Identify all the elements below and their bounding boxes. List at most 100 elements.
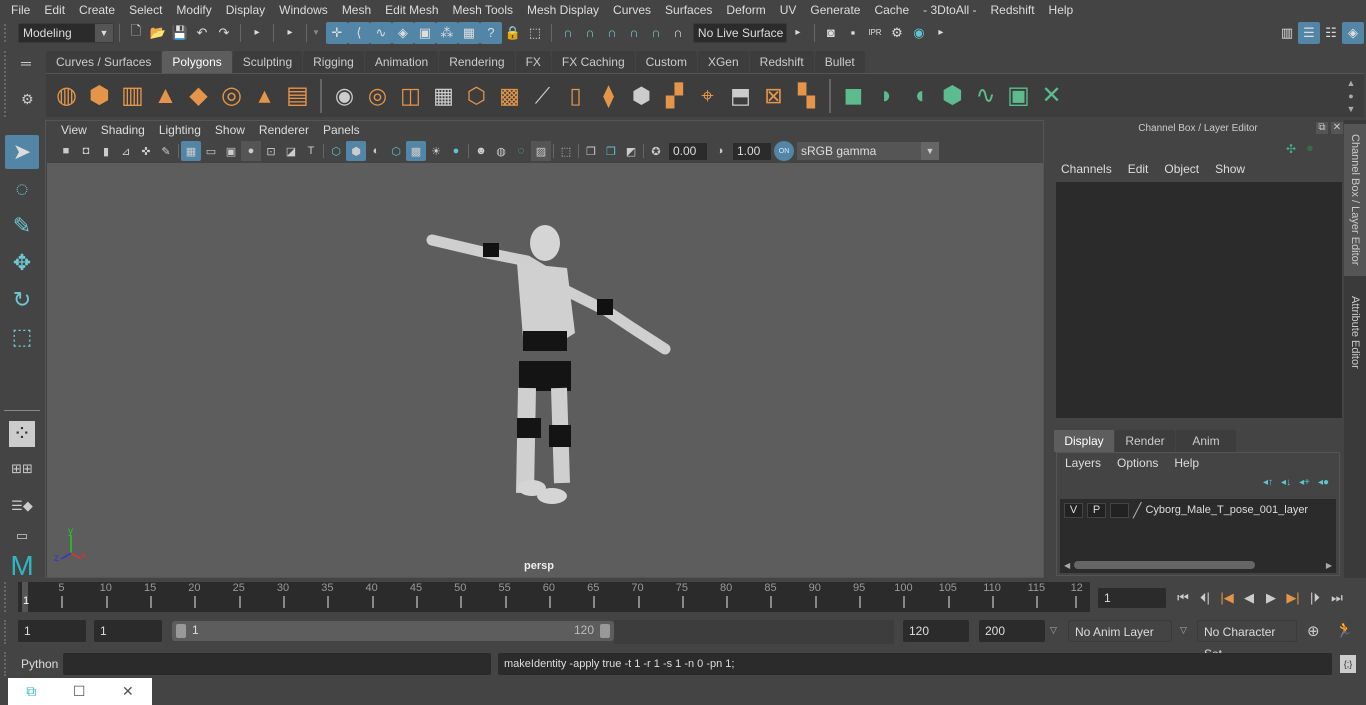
arrow-down-icon[interactable]: ▼ [1347, 104, 1356, 114]
film-gate-icon[interactable]: ▭ [201, 141, 221, 161]
channel-menu-edit[interactable]: Edit [1120, 162, 1157, 176]
safe-action-icon[interactable]: ◪ [281, 141, 301, 161]
tab-channel-box[interactable]: Channel Box / Layer Editor [1344, 124, 1366, 276]
redo-icon[interactable]: ↷ [213, 22, 235, 44]
lights-icon[interactable]: ☀ [426, 141, 446, 161]
rotate-tool-icon[interactable]: ↻ [5, 283, 39, 317]
camera-select-icon[interactable]: ■ [56, 141, 76, 161]
script-language-toggle[interactable]: Python [21, 657, 58, 671]
menu-select[interactable]: Select [122, 3, 169, 17]
move-tool-icon[interactable]: ✥ [5, 246, 39, 280]
color-space-dropdown[interactable]: sRGB gamma ▼ [797, 142, 939, 160]
cylinder-icon[interactable]: ▥ [116, 78, 149, 114]
textured-icon[interactable]: ▩ [406, 141, 426, 161]
attribute-editor-icon[interactable]: ☰ [1298, 21, 1320, 44]
collapse-arrow-icon[interactable]: ▸ [246, 22, 268, 44]
command-input[interactable] [63, 653, 491, 675]
shelf-scroll[interactable]: ▲ ● ▼ [1344, 78, 1358, 114]
undo-icon[interactable]: ↶ [191, 22, 213, 44]
layer-tab-anim[interactable]: Anim [1176, 430, 1236, 452]
layer-menu-layers[interactable]: Layers [1057, 456, 1109, 470]
bevel-icon[interactable]: ⬡ [460, 78, 493, 114]
bookmark-icon[interactable]: ▮ [96, 141, 116, 161]
layout-uv-icon[interactable]: ✕ [1035, 78, 1068, 114]
layer-name[interactable]: Cyborg_Male_T_pose_001_layer [1145, 504, 1308, 516]
range-slider[interactable]: 1 120 [172, 621, 614, 641]
chevron-down-icon[interactable]: ▽ [1050, 625, 1057, 636]
maximize-icon[interactable]: ☐ [73, 683, 86, 700]
step-back-icon[interactable]: ⏴| [1194, 590, 1216, 606]
range-start-handle[interactable] [176, 624, 186, 638]
open-scene-icon[interactable]: 📂 [147, 22, 169, 44]
new-scene-icon[interactable]: 🗋 [125, 22, 147, 44]
spherical-uv-icon[interactable]: ◖ [903, 78, 936, 114]
unfold-uv-icon[interactable]: ∿ [969, 78, 1002, 114]
four-view-layout-icon[interactable]: ⊞⊞ [5, 452, 39, 486]
channel-menu-channels[interactable]: Channels [1052, 162, 1120, 176]
graph-layout-icon[interactable]: ▭ [5, 526, 39, 546]
motion-blur-icon[interactable]: ◌ [511, 141, 531, 161]
close-icon[interactable]: ✕ [1331, 122, 1343, 134]
render-view-icon[interactable]: ◙ [820, 22, 842, 44]
close-icon[interactable]: ✕ [122, 683, 134, 700]
step-back-key-icon[interactable]: |◀ [1216, 590, 1238, 606]
shelf-tab-redshift[interactable]: Redshift [749, 51, 814, 73]
smooth-icon[interactable]: ▦ [427, 78, 460, 114]
menu-edit[interactable]: Edit [37, 3, 72, 17]
grid-icon[interactable]: ▦ [181, 141, 201, 161]
bevel-box-icon[interactable]: ▞ [658, 78, 691, 114]
menu-mesh-tools[interactable]: Mesh Tools [446, 3, 520, 17]
shelf-tab-xgen[interactable]: XGen [697, 51, 749, 73]
time-slider[interactable]: 1 5 10 15 20 25 30 35 40 45 50 55 60 65 70 75 80 85 90 95 1… [18, 582, 1090, 612]
menu-generate[interactable]: Generate [803, 3, 867, 17]
new-layer-icon[interactable]: ◂+ [1299, 477, 1310, 488]
command-handle[interactable] [0, 652, 18, 676]
layer-color-icon[interactable]: ╱ [1133, 502, 1141, 519]
grease-pencil-icon[interactable]: ✎ [156, 141, 176, 161]
menu-cache[interactable]: Cache [867, 3, 916, 17]
uv-editor-icon[interactable]: ▣ [1002, 78, 1035, 114]
render-current-icon[interactable]: ▪ [842, 22, 864, 44]
channel-menu-object[interactable]: Object [1156, 162, 1207, 176]
step-forward-icon[interactable]: |⏵ [1304, 590, 1326, 606]
outliner-layout-icon[interactable]: ☰◆ [5, 489, 39, 523]
playback-end-field[interactable]: 120 [903, 620, 969, 642]
isolate-select-icon[interactable]: ⬚ [556, 141, 576, 161]
planar-uv-icon[interactable]: ◼ [837, 78, 870, 114]
cube-icon[interactable]: ⬢ [83, 78, 116, 114]
backface-culling-icon[interactable]: ◩ [621, 141, 641, 161]
animation-end-field[interactable]: 200 [979, 620, 1045, 642]
default-material-icon[interactable]: ◐ [366, 141, 386, 161]
shelf-tab-curves-surfaces[interactable]: Curves / Surfaces [46, 51, 162, 73]
select-tool-icon[interactable]: ➤ [5, 135, 39, 169]
mirror-icon[interactable]: ◫ [394, 78, 427, 114]
shadows-icon[interactable]: ● [446, 141, 466, 161]
tab-attribute-editor[interactable]: Attribute Editor [1344, 282, 1366, 382]
live-surface-field[interactable]: No Live Surface [692, 22, 787, 43]
menu-file[interactable]: File [4, 3, 37, 17]
shelf-tab-rigging[interactable]: Rigging [303, 51, 364, 73]
shelf-tab-custom[interactable]: Custom [635, 51, 697, 73]
viewport-menu-panels[interactable]: Panels [316, 123, 367, 137]
select-face-icon[interactable]: ⁂ [435, 21, 458, 44]
arrow-right-icon[interactable]: ▶ [1326, 561, 1332, 570]
shelf-tab-polygons[interactable]: Polygons [162, 51, 232, 73]
hypershade-icon[interactable]: ◉ [908, 22, 930, 44]
layer-scrollbar[interactable]: ◀ ▶ [1064, 560, 1332, 570]
menu-redshift[interactable]: Redshift [984, 3, 1042, 17]
snap-surface-icon[interactable]: ∩ [645, 22, 667, 44]
ipr-render-icon[interactable]: IPR [864, 22, 886, 44]
pipe-icon[interactable]: ▤ [281, 78, 314, 114]
select-misc-icon[interactable]: ? [479, 21, 502, 44]
menu-modify[interactable]: Modify [169, 3, 218, 17]
ambient-occlusion-icon[interactable]: ◍ [491, 141, 511, 161]
playback-start-field[interactable]: 1 [94, 620, 162, 642]
chevron-down-icon[interactable]: ▼ [312, 28, 320, 37]
chevron-down-icon[interactable]: ▽ [1180, 625, 1187, 636]
new-layer-selected-icon[interactable]: ◂● [1318, 477, 1329, 488]
torus-icon[interactable]: ◎ [215, 78, 248, 114]
step-forward-key-icon[interactable]: ▶| [1282, 590, 1304, 606]
field-chart-icon[interactable]: ⊡ [261, 141, 281, 161]
select-object-icon[interactable]: ⟨ [347, 21, 370, 44]
viewport-menu-show[interactable]: Show [208, 123, 252, 137]
